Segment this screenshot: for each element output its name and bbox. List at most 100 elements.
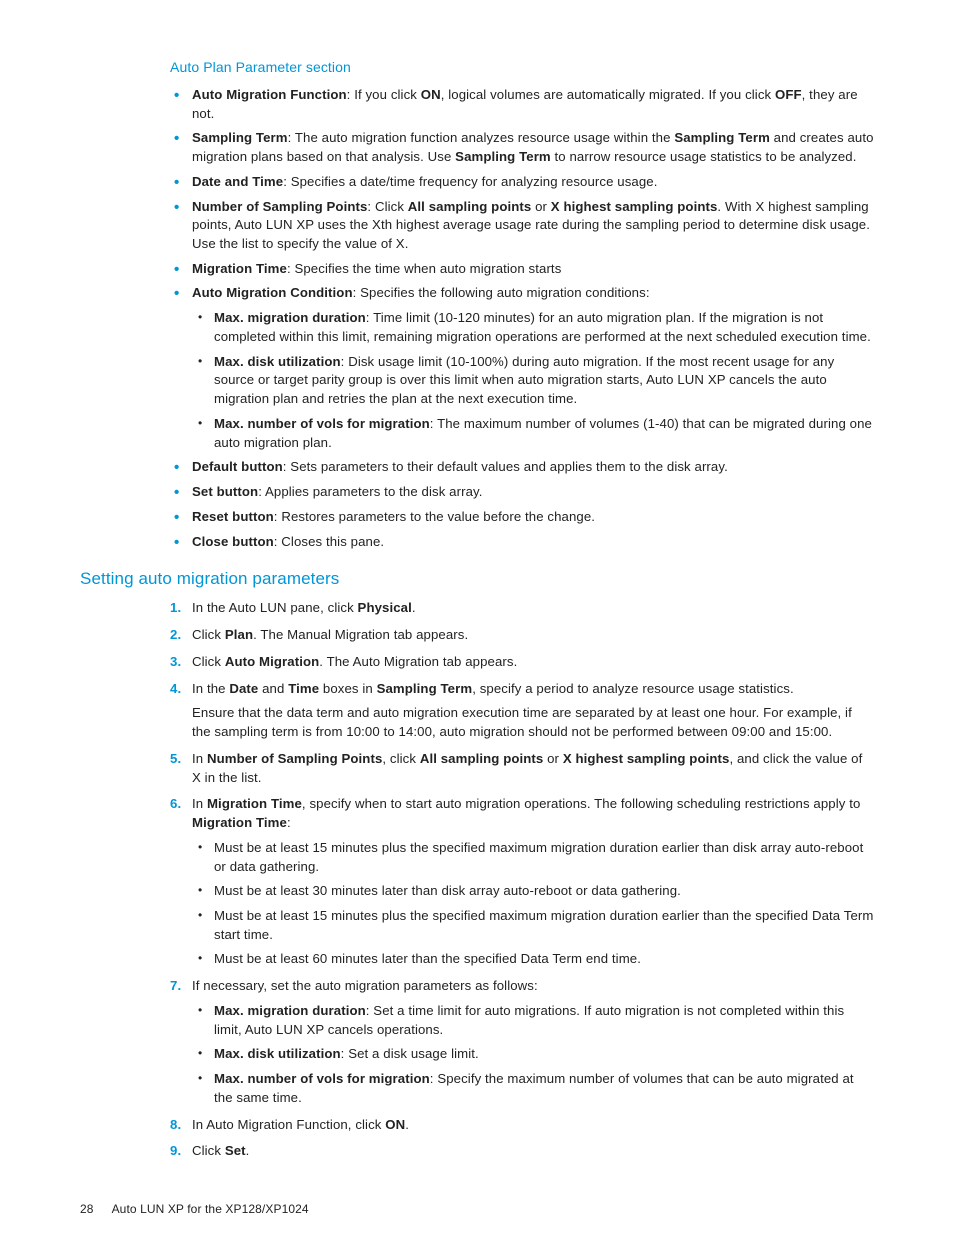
param-close-button: Close button: Closes this pane.: [170, 533, 874, 552]
param-label: Sampling Term: [192, 130, 288, 145]
step-text: Click: [192, 1143, 225, 1158]
step-text: , specify when to start auto migration o…: [302, 796, 861, 811]
page-footer: 28 Auto LUN XP for the XP128/XP1024: [80, 1201, 874, 1218]
param-text: : Specifies a date/time frequency for an…: [283, 174, 657, 189]
option-x-highest: X highest sampling points: [563, 751, 730, 766]
cond-label: Max. number of vols for migration: [214, 416, 430, 431]
ui-set: Set: [225, 1143, 246, 1158]
param-text: : Specifies the time when auto migration…: [287, 261, 561, 276]
param-reset-button: Reset button: Restores parameters to the…: [170, 508, 874, 527]
param-label: Reset button: [192, 509, 274, 524]
ui-date: Date: [229, 681, 258, 696]
param-text: to narrow resource usage statistics to b…: [551, 149, 857, 164]
cond-label: Max. migration duration: [214, 310, 366, 325]
set-max-disk: Max. disk utilization: Set a disk usage …: [192, 1045, 874, 1064]
step-text: .: [405, 1117, 409, 1132]
step-7-params: Max. migration duration: Set a time limi…: [192, 1002, 874, 1108]
step-text: .: [246, 1143, 250, 1158]
value-on: ON: [421, 87, 441, 102]
param-text: or: [531, 199, 550, 214]
restriction-item: Must be at least 60 minutes later than t…: [192, 950, 874, 969]
step-4: In the Date and Time boxes in Sampling T…: [170, 680, 874, 742]
step-text: In: [192, 751, 207, 766]
option-all: All sampling points: [420, 751, 544, 766]
ui-migration-time: Migration Time: [192, 815, 287, 830]
step-3: Click Auto Migration. The Auto Migration…: [170, 653, 874, 672]
step-2: Click Plan. The Manual Migration tab app…: [170, 626, 874, 645]
doc-title: Auto LUN XP for the XP128/XP1024: [112, 1202, 309, 1216]
term-sampling: Sampling Term: [674, 130, 770, 145]
step-6: In Migration Time, specify when to start…: [170, 795, 874, 969]
cond-max-disk: Max. disk utilization: Disk usage limit …: [192, 353, 874, 409]
step-text: In the: [192, 681, 229, 696]
step-text: and: [258, 681, 288, 696]
set-max-vols: Max. number of vols for migration: Speci…: [192, 1070, 874, 1107]
section-heading-setting: Setting auto migration parameters: [80, 567, 874, 591]
param-text: : Closes this pane.: [274, 534, 384, 549]
step-4-note: Ensure that the data term and auto migra…: [192, 704, 874, 741]
param-sampling-term: Sampling Term: The auto migration functi…: [170, 129, 874, 166]
condition-list: Max. migration duration: Time limit (10-…: [192, 309, 874, 452]
value-off: OFF: [775, 87, 802, 102]
step-6-restrictions: Must be at least 15 minutes plus the spe…: [192, 839, 874, 969]
step-text: Click: [192, 654, 225, 669]
param-label: Migration Time: [192, 261, 287, 276]
cond-max-duration: Max. migration duration: Time limit (10-…: [192, 309, 874, 346]
label: Max. number of vols for migration: [214, 1071, 430, 1086]
param-text: : The auto migration function analyzes r…: [288, 130, 675, 145]
cond-max-vols: Max. number of vols for migration: The m…: [192, 415, 874, 452]
step-8: In Auto Migration Function, click ON.: [170, 1116, 874, 1135]
step-text: , click: [382, 751, 419, 766]
param-text: , logical volumes are automatically migr…: [441, 87, 775, 102]
step-9: Click Set.: [170, 1142, 874, 1161]
param-text: : Sets parameters to their default value…: [283, 459, 728, 474]
ui-time: Time: [288, 681, 319, 696]
text: : Set a disk usage limit.: [341, 1046, 479, 1061]
step-text: , specify a period to analyze resource u…: [472, 681, 794, 696]
term-sampling: Sampling Term: [455, 149, 551, 164]
param-label: Number of Sampling Points: [192, 199, 367, 214]
page-number: 28: [80, 1201, 94, 1218]
step-text: In Auto Migration Function, click: [192, 1117, 385, 1132]
step-text: :: [287, 815, 291, 830]
section-heading-auto-plan: Auto Plan Parameter section: [170, 58, 874, 78]
steps-list: In the Auto LUN pane, click Physical. Cl…: [170, 599, 874, 1161]
param-text: : If you click: [347, 87, 421, 102]
ui-sampling-points: Number of Sampling Points: [207, 751, 382, 766]
label: Max. disk utilization: [214, 1046, 341, 1061]
option-x-highest: X highest sampling points: [551, 199, 718, 214]
ui-sampling-term: Sampling Term: [377, 681, 473, 696]
step-text: or: [543, 751, 562, 766]
step-text: In the Auto LUN pane, click: [192, 600, 358, 615]
param-auto-migration-function: Auto Migration Function: If you click ON…: [170, 86, 874, 123]
ui-plan: Plan: [225, 627, 253, 642]
step-7: If necessary, set the auto migration par…: [170, 977, 874, 1107]
step-text: In: [192, 796, 207, 811]
ui-physical: Physical: [358, 600, 412, 615]
param-set-button: Set button: Applies parameters to the di…: [170, 483, 874, 502]
param-label: Date and Time: [192, 174, 283, 189]
param-auto-migration-condition: Auto Migration Condition: Specifies the …: [170, 284, 874, 452]
param-sampling-points: Number of Sampling Points: Click All sam…: [170, 198, 874, 254]
ui-migration-time: Migration Time: [207, 796, 302, 811]
param-text: : Click: [367, 199, 407, 214]
param-date-time: Date and Time: Specifies a date/time fre…: [170, 173, 874, 192]
param-text: : Applies parameters to the disk array.: [258, 484, 482, 499]
param-label: Set button: [192, 484, 258, 499]
restriction-item: Must be at least 30 minutes later than d…: [192, 882, 874, 901]
param-label: Default button: [192, 459, 283, 474]
restriction-item: Must be at least 15 minutes plus the spe…: [192, 907, 874, 944]
cond-label: Max. disk utilization: [214, 354, 341, 369]
option-all: All sampling points: [408, 199, 532, 214]
step-5: In Number of Sampling Points, click All …: [170, 750, 874, 787]
value-on: ON: [385, 1117, 405, 1132]
label: Max. migration duration: [214, 1003, 366, 1018]
ui-auto-migration: Auto Migration: [225, 654, 319, 669]
param-default-button: Default button: Sets parameters to their…: [170, 458, 874, 477]
set-max-duration: Max. migration duration: Set a time limi…: [192, 1002, 874, 1039]
param-text: : Specifies the following auto migration…: [353, 285, 650, 300]
param-migration-time: Migration Time: Specifies the time when …: [170, 260, 874, 279]
param-list: Auto Migration Function: If you click ON…: [170, 86, 874, 551]
step-text: boxes in: [319, 681, 376, 696]
param-text: : Restores parameters to the value befor…: [274, 509, 595, 524]
